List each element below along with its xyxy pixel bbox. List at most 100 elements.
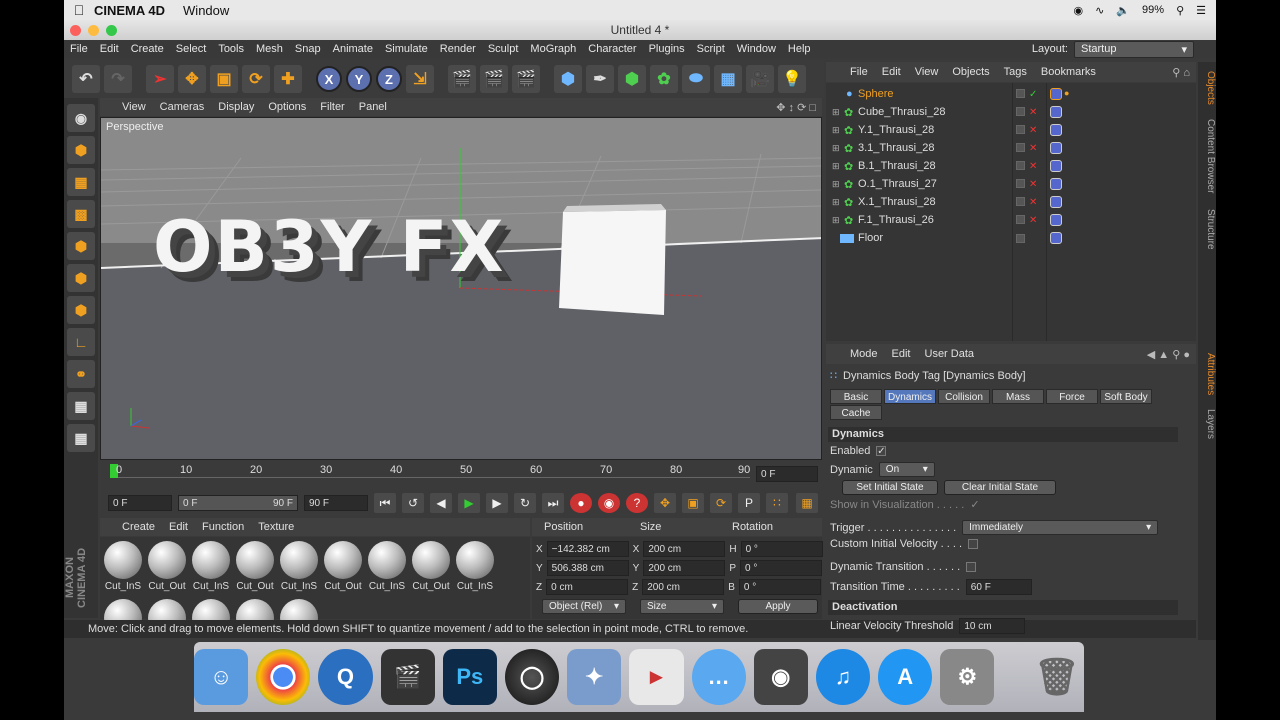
linear-velocity-field[interactable]: 10 cm xyxy=(959,618,1026,634)
make-editable-icon[interactable]: ◉ xyxy=(67,104,95,132)
maps-icon[interactable]: ► xyxy=(629,649,684,705)
menu-script[interactable]: Script xyxy=(697,43,725,55)
menu-character[interactable]: Character xyxy=(588,43,636,55)
object-row[interactable]: ⊞ ✿ Y.1_Thrausi_28 ✕ xyxy=(826,121,1196,139)
attr-menu-user-data[interactable]: User Data xyxy=(925,348,975,360)
object-tags[interactable]: ● xyxy=(1050,88,1069,100)
tweak-icon[interactable]: ⚭ xyxy=(67,360,95,388)
obj-menu-edit[interactable]: Edit xyxy=(882,66,901,78)
attr-nav-icons[interactable]: ◀ ▲ ⚲ ● xyxy=(1147,348,1196,361)
system-preferences-icon[interactable]: ⚙ xyxy=(940,649,995,705)
object-flags[interactable]: ✕ xyxy=(1016,160,1037,172)
messages-icon[interactable]: … xyxy=(691,649,746,705)
coordinate-system-icon[interactable]: ⇲ xyxy=(406,65,434,93)
mac-app-name[interactable]: CINEMA 4D xyxy=(94,3,165,18)
play-icon[interactable]: ▶ xyxy=(458,493,480,513)
position-x-field[interactable]: −142.382 cm xyxy=(546,541,629,557)
minimize-window-button[interactable] xyxy=(88,25,99,36)
viewport-menu-view[interactable]: View xyxy=(122,101,146,113)
size-z-field[interactable]: 200 cm xyxy=(642,579,725,595)
mat-menu-edit[interactable]: Edit xyxy=(169,521,188,533)
object-tags[interactable] xyxy=(1050,178,1062,190)
set-initial-state-button[interactable]: Set Initial State xyxy=(842,480,938,495)
redo-icon[interactable]: ↷ xyxy=(104,65,132,93)
menu-plugins[interactable]: Plugins xyxy=(649,43,685,55)
object-flags[interactable]: ✕ xyxy=(1016,214,1037,226)
pen-icon[interactable]: ✒ xyxy=(586,65,614,93)
object-row[interactable]: ⊞ ✿ F.1_Thrausi_26 ✕ xyxy=(826,211,1196,229)
viewport-menu-filter[interactable]: Filter xyxy=(320,101,344,113)
position-y-field[interactable]: 506.388 cm xyxy=(546,560,629,576)
viewport-menu-panel[interactable]: Panel xyxy=(359,101,387,113)
object-flags[interactable]: ✕ xyxy=(1016,124,1037,136)
cinema4d-icon[interactable]: ◯ xyxy=(504,649,560,705)
edges-mode-icon[interactable]: ⬢ xyxy=(67,264,95,292)
material-swatch[interactable]: Cut_InS xyxy=(190,541,232,592)
object-flags[interactable]: ✕ xyxy=(1016,106,1037,118)
object-flags[interactable]: ✓ xyxy=(1016,88,1037,100)
tab-soft-body[interactable]: Soft Body xyxy=(1100,389,1152,404)
3d-viewport[interactable]: Perspective OB3Y FX xyxy=(100,117,822,460)
obj-search-icon[interactable]: ⚲ ⌂ xyxy=(1172,66,1196,79)
photoshop-icon[interactable]: Ps xyxy=(442,649,497,705)
range-slider[interactable]: 0 F 90 F xyxy=(178,495,298,511)
viewport-nav-icons[interactable]: ✥ ↕ ⟳ □ xyxy=(776,101,822,114)
object-flags[interactable]: ✕ xyxy=(1016,196,1037,208)
next-frame-icon[interactable]: ▶ xyxy=(486,493,508,513)
render-picture-viewer-icon[interactable]: 🎬 xyxy=(480,65,508,93)
previous-key-icon[interactable]: ↺ xyxy=(402,493,424,513)
snap-icon[interactable]: ▦ xyxy=(67,392,95,420)
custom-velocity-checkbox[interactable] xyxy=(968,539,979,549)
object-row[interactable]: ⊞ ✿ 3.1_Thrausi_28 ✕ xyxy=(826,139,1196,157)
obj-menu-bookmarks[interactable]: Bookmarks xyxy=(1041,66,1096,78)
menu-help[interactable]: Help xyxy=(788,43,811,55)
obj-menu-tags[interactable]: Tags xyxy=(1004,66,1027,78)
floor-icon[interactable]: ▦ xyxy=(714,65,742,93)
key-scale-icon[interactable]: ▣ xyxy=(682,493,704,513)
autokey-icon[interactable]: ◉ xyxy=(598,493,620,513)
polygons-mode-icon[interactable]: ⬢ xyxy=(67,296,95,324)
workplane-icon[interactable]: ▩ xyxy=(67,200,95,228)
cloner-icon[interactable]: ✿ xyxy=(650,65,678,93)
size-x-field[interactable]: 200 cm xyxy=(643,541,726,557)
menu-sculpt[interactable]: Sculpt xyxy=(488,43,519,55)
menu-render[interactable]: Render xyxy=(440,43,476,55)
menu-mograph[interactable]: MoGraph xyxy=(530,43,576,55)
rotation-b-field[interactable]: 0 ° xyxy=(738,579,821,595)
coord-mode-dropdown[interactable]: Object (Rel) ▾ xyxy=(542,599,626,614)
live-selection-icon[interactable]: ➢ xyxy=(146,65,174,93)
object-row[interactable]: ⊞ ✿ X.1_Thrausi_28 ✕ xyxy=(826,193,1196,211)
current-frame-field[interactable]: 0 F xyxy=(756,466,818,482)
menu-animate[interactable]: Animate xyxy=(333,43,373,55)
obj-menu-view[interactable]: View xyxy=(915,66,939,78)
y-axis-icon[interactable]: Y xyxy=(346,66,372,92)
menu-file[interactable]: File xyxy=(70,43,88,55)
timeline-ruler[interactable] xyxy=(110,468,750,478)
menu-select[interactable]: Select xyxy=(176,43,207,55)
enabled-checkbox[interactable]: ✓ xyxy=(876,446,887,457)
chrome-icon[interactable] xyxy=(256,649,311,705)
previous-frame-icon[interactable]: ◀ xyxy=(430,493,452,513)
show-visualization-check[interactable]: ✓ xyxy=(970,498,979,511)
coord-size-dropdown[interactable]: Size ▾ xyxy=(640,599,724,614)
tab-attributes[interactable]: Attributes xyxy=(1198,346,1216,402)
object-flags[interactable]: ✕ xyxy=(1016,178,1037,190)
key-param-icon[interactable]: P xyxy=(738,493,760,513)
tab-cache[interactable]: Cache xyxy=(830,405,882,420)
menu-edit[interactable]: Edit xyxy=(100,43,119,55)
tab-layers[interactable]: Layers xyxy=(1198,406,1216,442)
material-swatch[interactable]: Cut_InS xyxy=(278,541,320,592)
camera-icon[interactable]: 🎥 xyxy=(746,65,774,93)
cube-icon[interactable]: ⬢ xyxy=(554,65,582,93)
list-icon[interactable]: ☰ xyxy=(1196,4,1206,17)
object-tags[interactable] xyxy=(1050,196,1062,208)
points-mode-icon[interactable]: ⬢ xyxy=(67,232,95,260)
tab-collision[interactable]: Collision xyxy=(938,389,990,404)
scale-icon[interactable]: ▣ xyxy=(210,65,238,93)
apple-icon[interactable]:  xyxy=(64,2,94,18)
layout-dropdown[interactable]: Startup ▾ xyxy=(1074,40,1194,58)
go-to-end-icon[interactable]: ⏭ xyxy=(542,493,564,513)
material-swatch[interactable]: Cut_Out xyxy=(146,541,188,592)
timeline[interactable]: 0 10 20 30 40 50 60 70 80 90 0 F xyxy=(100,462,822,490)
undo-icon[interactable]: ↶ xyxy=(72,65,100,93)
